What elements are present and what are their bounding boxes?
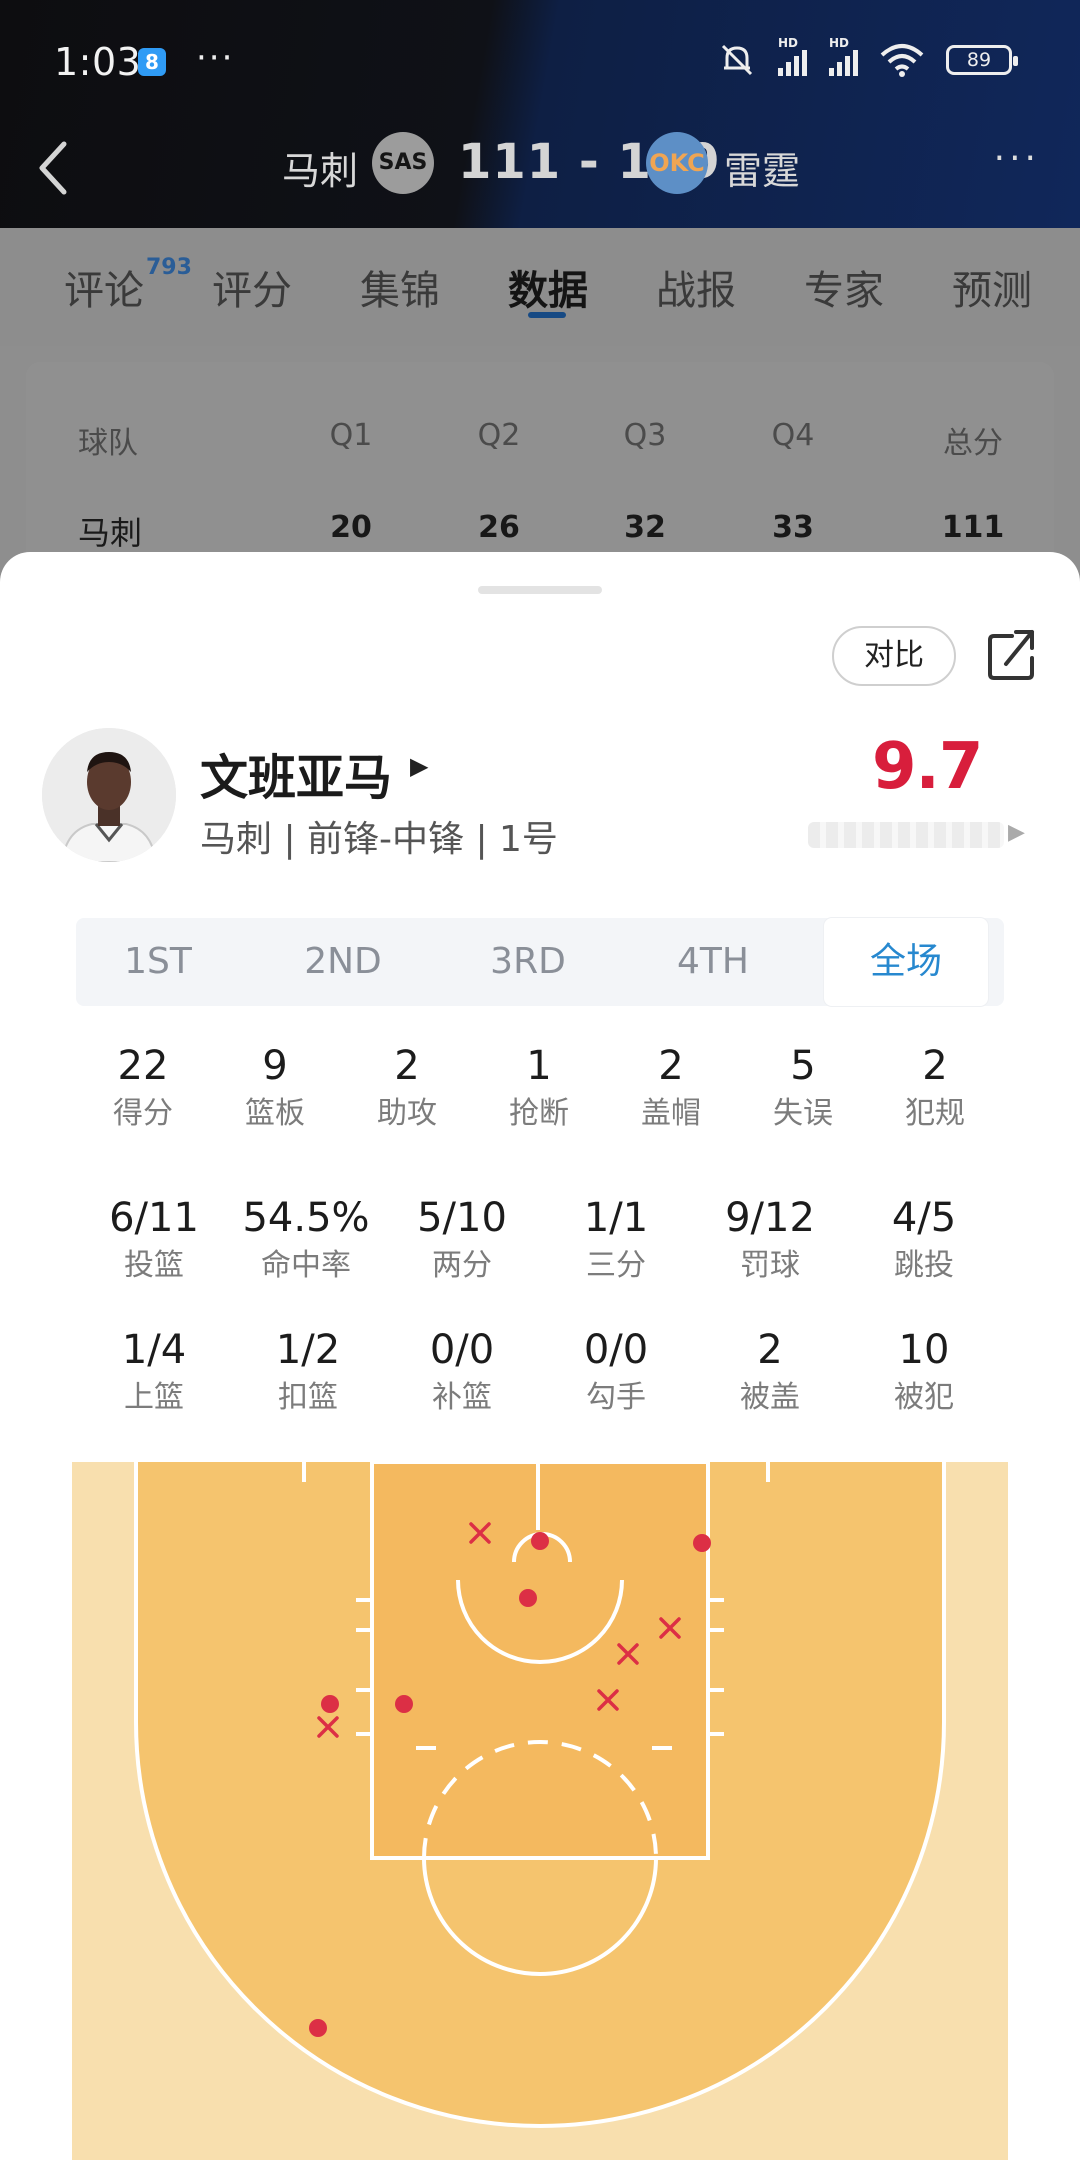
stat-putbacks: 0/0 补篮: [429, 1327, 495, 1415]
sheet-drag-handle[interactable]: [478, 586, 602, 594]
rating-arrow-icon[interactable]: ▶: [1008, 820, 1025, 845]
tab-highlights[interactable]: 集锦: [360, 258, 440, 316]
linescore-q3-value: 32: [624, 510, 666, 545]
stat-turnovers: 5 失误: [773, 1043, 833, 1131]
period-tab-3rd[interactable]: 3RD: [446, 918, 610, 1006]
status-bar: 1:03 8 ··· HD HD 89: [0, 0, 1080, 120]
linescore-header-q3: Q3: [623, 418, 667, 453]
linescore-header-q4: Q4: [771, 418, 815, 453]
active-tab-indicator: [528, 312, 566, 318]
stat-free-throws: 9/12 罚球: [725, 1195, 815, 1283]
player-stats-sheet: 对比 文班亚马 ▶ 马刺 | 前锋-中锋 | 1号 9.7 ▶ 1ST 2ND …: [0, 552, 1080, 2160]
linescore-team-name: 马刺: [78, 514, 143, 552]
away-team-name: 雷霆: [724, 149, 801, 193]
shot-made-marker: [395, 1695, 413, 1713]
linescore-header-q2: Q2: [477, 418, 521, 453]
stat-two-pointers: 5/10 两分: [417, 1195, 507, 1283]
player-photo-icon: [42, 728, 176, 862]
tab-predictions[interactable]: 预测: [952, 258, 1032, 316]
mute-bell-icon: [721, 44, 753, 76]
linescore-q4-value: 33: [772, 510, 814, 545]
tab-experts[interactable]: 专家: [804, 258, 884, 316]
period-tab-1st[interactable]: 1ST: [76, 918, 240, 1006]
stat-dunks: 1/2 扣篮: [275, 1327, 341, 1415]
period-tab-full-game[interactable]: 全场: [824, 918, 988, 1006]
stat-points: 22 得分: [113, 1043, 173, 1131]
stat-fg-percentage: 54.5% 命中率: [242, 1195, 370, 1283]
player-detail-arrow-icon[interactable]: ▶: [410, 752, 428, 780]
player-rating: 9.7: [872, 730, 983, 804]
home-team-name: 马刺: [282, 149, 359, 193]
signal-icon-2: HD: [829, 36, 858, 76]
more-options-icon[interactable]: ···: [994, 138, 1040, 179]
stat-rebounds: 9 篮板: [245, 1043, 305, 1131]
score-bar: 马刺 SAS 111 - 109 OKC 雷霆 ···: [0, 120, 1080, 228]
period-tab-2nd[interactable]: 2ND: [261, 918, 425, 1006]
player-name[interactable]: 文班亚马: [200, 738, 392, 808]
player-avatar[interactable]: [42, 728, 176, 862]
linescore-header-q1: Q1: [329, 418, 373, 453]
status-time: 1:03: [54, 40, 142, 84]
stat-blocks: 2 盖帽: [641, 1043, 701, 1131]
battery-icon: 89: [946, 45, 1018, 75]
status-icons: HD HD 89: [718, 36, 1018, 78]
shot-made-marker: [531, 1532, 549, 1550]
linescore-total-value: 111: [941, 510, 1005, 545]
stat-layups: 1/4 上篮: [121, 1327, 187, 1415]
share-icon[interactable]: [986, 626, 1038, 682]
signal-icon: HD: [778, 36, 807, 76]
back-arrow-icon[interactable]: [34, 138, 70, 198]
thunder-logo-icon: OKC: [646, 132, 708, 194]
tab-report[interactable]: 战报: [656, 258, 736, 316]
tab-comments[interactable]: 评论793: [64, 254, 192, 316]
wifi-icon: [880, 44, 924, 77]
stat-field-goals: 6/11 投篮: [109, 1195, 199, 1283]
linescore-header-team: 球队: [78, 426, 138, 461]
stat-fouls: 2 犯规: [905, 1043, 965, 1131]
tab-stats[interactable]: 数据: [508, 258, 588, 316]
stat-fouls-drawn: 10 被犯: [894, 1327, 954, 1415]
shot-made-marker: [309, 2019, 327, 2037]
spurs-logo-icon: SAS: [372, 132, 434, 194]
comments-count-badge: 793: [146, 254, 192, 280]
linescore-q2-value: 26: [478, 510, 520, 545]
compare-button[interactable]: 对比: [832, 626, 956, 686]
shot-made-marker: [519, 1589, 537, 1607]
game-tabs: 评论793 评分 集锦 数据 战报 专家 预测: [0, 228, 1080, 346]
app-notification-icon: 8: [138, 48, 166, 76]
stat-jump-shots: 4/5 跳投: [891, 1195, 957, 1283]
shot-made-marker: [321, 1695, 339, 1713]
stat-blocked: 2 被盖: [740, 1327, 800, 1415]
rating-distribution-bar[interactable]: [808, 822, 1004, 848]
stat-steals: 1 抢断: [509, 1043, 569, 1131]
shot-made-marker: [693, 1534, 711, 1552]
period-selector: 1ST 2ND 3RD 4TH 全场: [76, 918, 1004, 1006]
game-header: 1:03 8 ··· HD HD 89 马刺 SAS 111 - 109 OKC…: [0, 0, 1080, 228]
tab-ratings[interactable]: 评分: [212, 258, 292, 316]
more-notifications-icon: ···: [196, 38, 235, 78]
stat-assists: 2 助攻: [377, 1043, 437, 1131]
player-meta: 马刺 | 前锋-中锋 | 1号: [200, 819, 558, 860]
stat-three-pointers: 1/1 三分: [583, 1195, 649, 1283]
period-tab-4th[interactable]: 4TH: [631, 918, 795, 1006]
stat-hook-shots: 0/0 勾手: [583, 1327, 649, 1415]
linescore-q1-value: 20: [330, 510, 372, 545]
linescore-header-total: 总分: [943, 426, 1003, 461]
shot-chart-court: [72, 1462, 1008, 2160]
